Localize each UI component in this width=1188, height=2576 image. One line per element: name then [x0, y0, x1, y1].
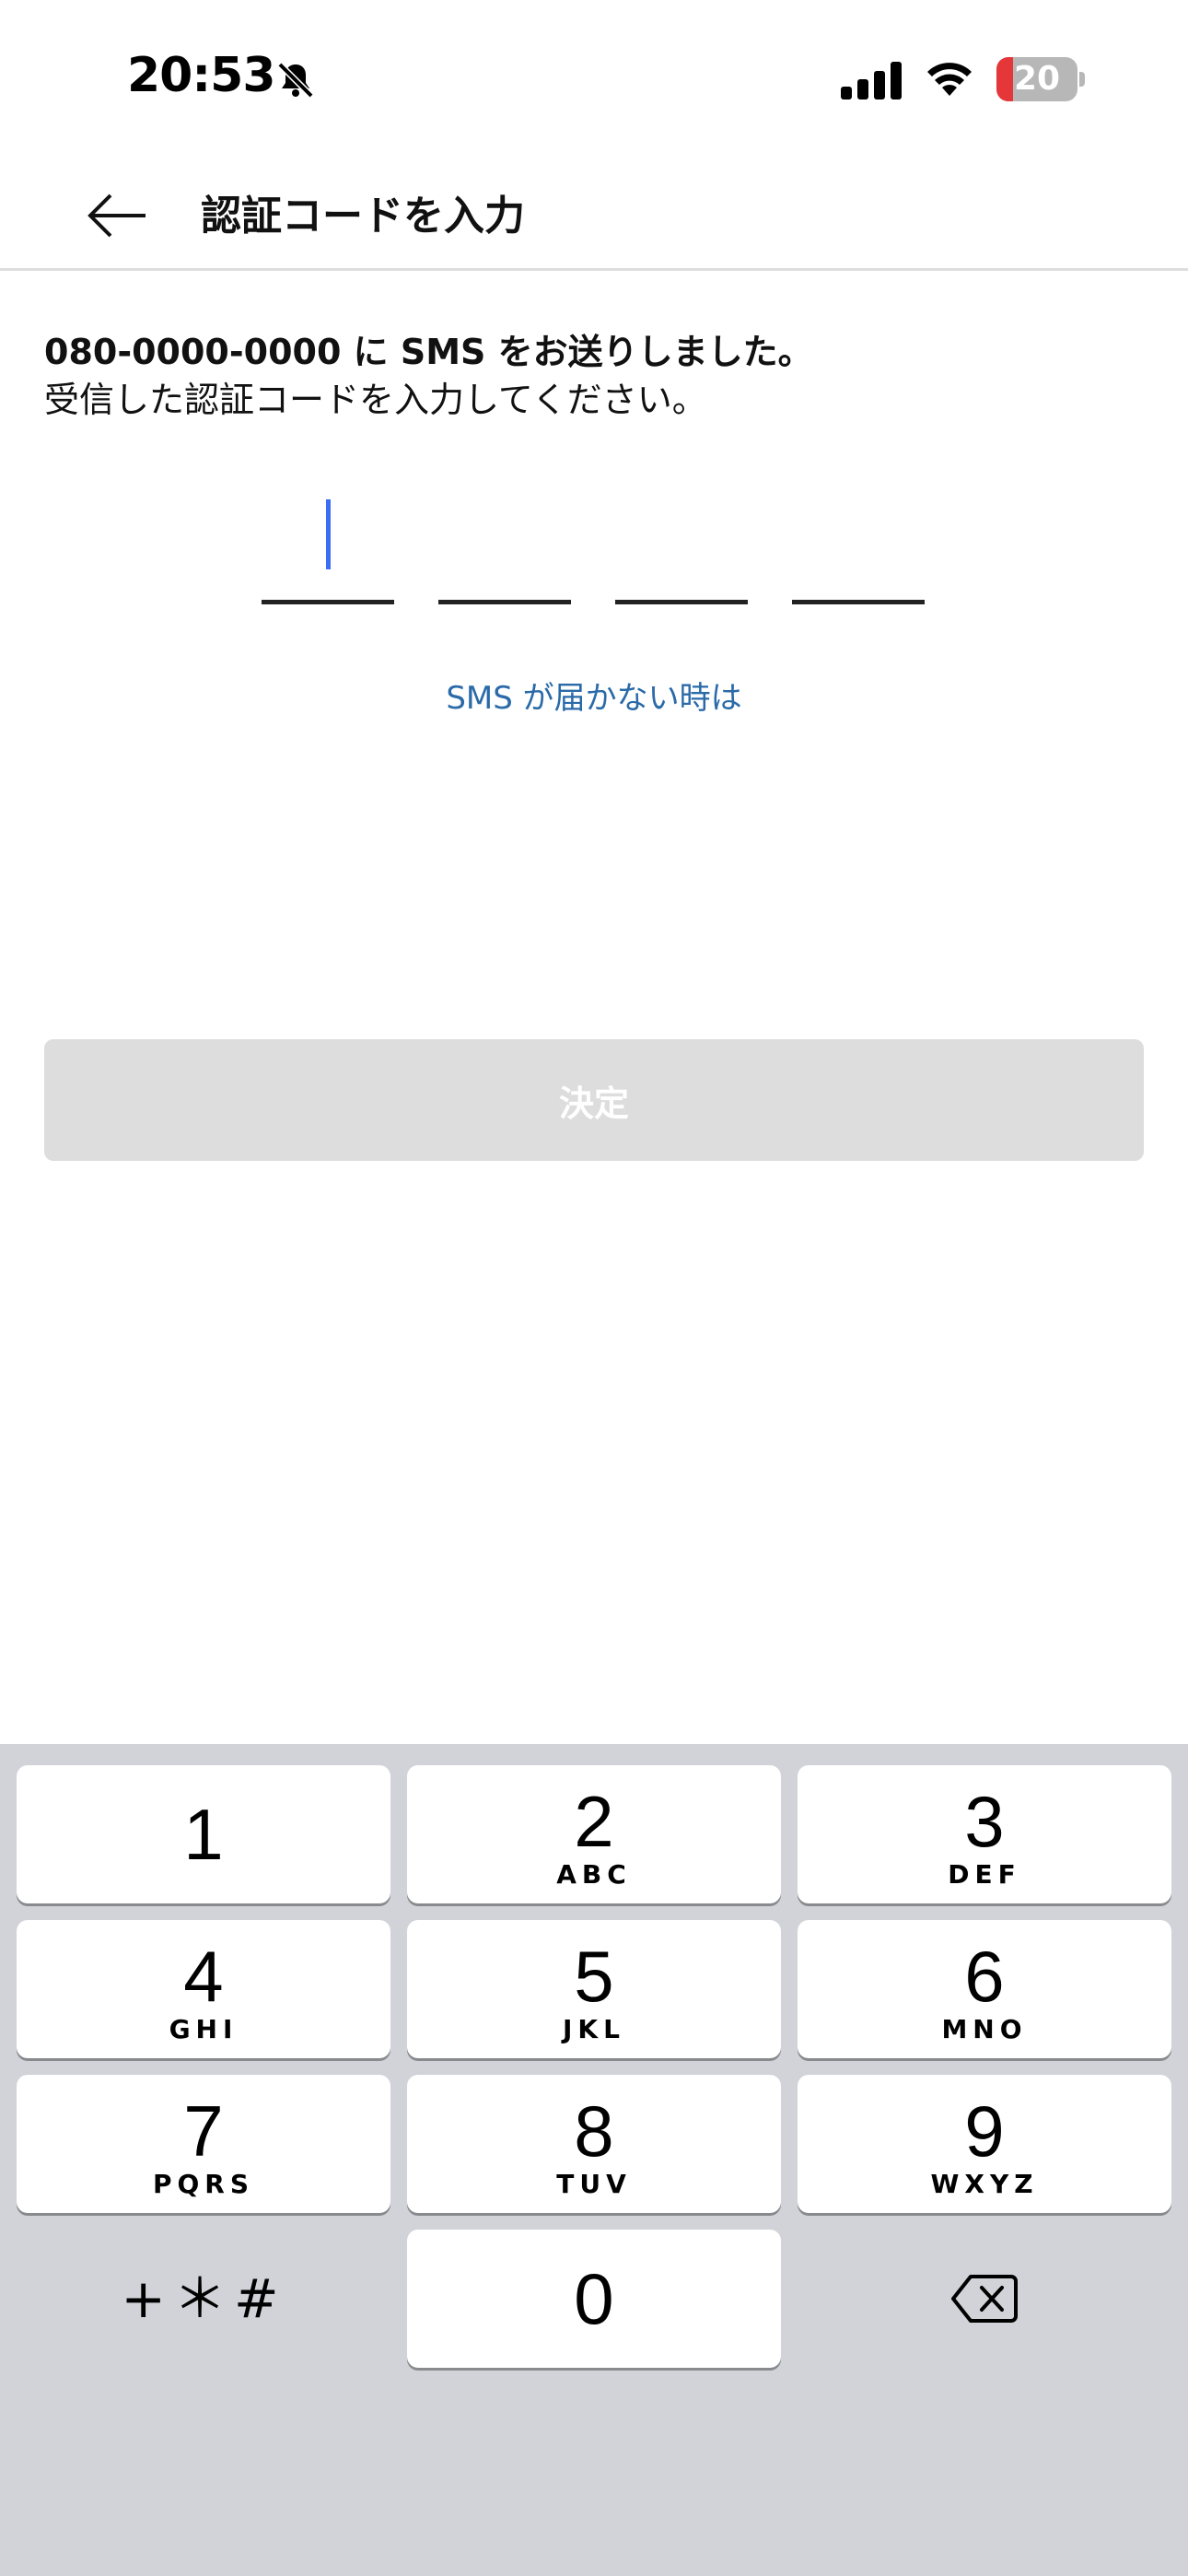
key-digit: 4	[183, 1936, 224, 2017]
key-letters: ABC	[556, 1859, 632, 1890]
bell-slash-icon	[277, 62, 314, 99]
symbols-key[interactable]: +＊#	[17, 2230, 390, 2368]
battery-percentage: 20	[1013, 60, 1061, 98]
sms-sent-message: 080-0000-0000 に SMS をお送りしました。 受信した認証コードを…	[44, 328, 1149, 424]
submit-button[interactable]: 決定	[44, 1039, 1144, 1161]
back-button[interactable]	[81, 179, 155, 252]
code-digit-2[interactable]	[438, 479, 571, 604]
delete-key[interactable]	[798, 2230, 1171, 2368]
key-9[interactable]: 9 WXYZ	[798, 2075, 1171, 2213]
key-0[interactable]: 0	[407, 2230, 781, 2368]
page-title: 認証コードを入力	[201, 193, 525, 240]
key-letters: PQRS	[152, 2169, 255, 2199]
key-digit: 1	[183, 1794, 224, 1875]
status-bar: 20:53 20	[0, 0, 1188, 157]
code-digit-4[interactable]	[792, 479, 925, 604]
sms-not-received-link[interactable]: SMS が届かない時は	[0, 673, 1188, 718]
key-letters: WXYZ	[930, 2169, 1039, 2199]
navigation-header: 認証コードを入力	[0, 157, 1188, 271]
key-letters: JKL	[563, 2014, 625, 2044]
backspace-icon	[951, 2275, 1018, 2323]
key-digit: 3	[964, 1781, 1005, 1862]
status-time: 20:53	[127, 48, 276, 103]
key-digit: 9	[964, 2090, 1005, 2172]
key-digit: 2	[574, 1781, 614, 1862]
key-4[interactable]: 4 GHI	[17, 1920, 390, 2058]
key-digit: 5	[574, 1936, 614, 2017]
key-letters: GHI	[169, 2014, 239, 2044]
key-6[interactable]: 6 MNO	[798, 1920, 1171, 2058]
sms-sent-line: 080-0000-0000 に SMS をお送りしました。	[44, 332, 813, 372]
key-7[interactable]: 7 PQRS	[17, 2075, 390, 2213]
key-digit: 8	[574, 2090, 614, 2172]
verification-code-input[interactable]	[0, 479, 1188, 608]
key-letters: MNO	[941, 2014, 1028, 2044]
key-2[interactable]: 2 ABC	[407, 1765, 781, 1903]
key-5[interactable]: 5 JKL	[407, 1920, 781, 2058]
arrow-left-icon	[87, 193, 146, 238]
cellular-signal-icon	[841, 62, 902, 100]
key-digit: 7	[183, 2090, 224, 2172]
numeric-keypad: 1 2 ABC 3 DEF 4 GHI 5 JKL 6 MNO 7 PQRS 8…	[0, 1744, 1188, 2576]
key-digit: 6	[964, 1936, 1005, 2017]
code-digit-3[interactable]	[615, 479, 748, 604]
instruction-line: 受信した認証コードを入力してください。	[44, 380, 707, 420]
wifi-icon	[927, 63, 972, 96]
key-digit: 0	[574, 2258, 614, 2339]
symbols-label: +＊#	[121, 2267, 286, 2330]
key-8[interactable]: 8 TUV	[407, 2075, 781, 2213]
key-1[interactable]: 1	[17, 1765, 390, 1903]
key-3[interactable]: 3 DEF	[798, 1765, 1171, 1903]
text-caret	[326, 499, 331, 569]
key-letters: DEF	[948, 1859, 1021, 1890]
key-letters: TUV	[556, 2169, 632, 2199]
battery-icon: 20	[996, 57, 1085, 101]
